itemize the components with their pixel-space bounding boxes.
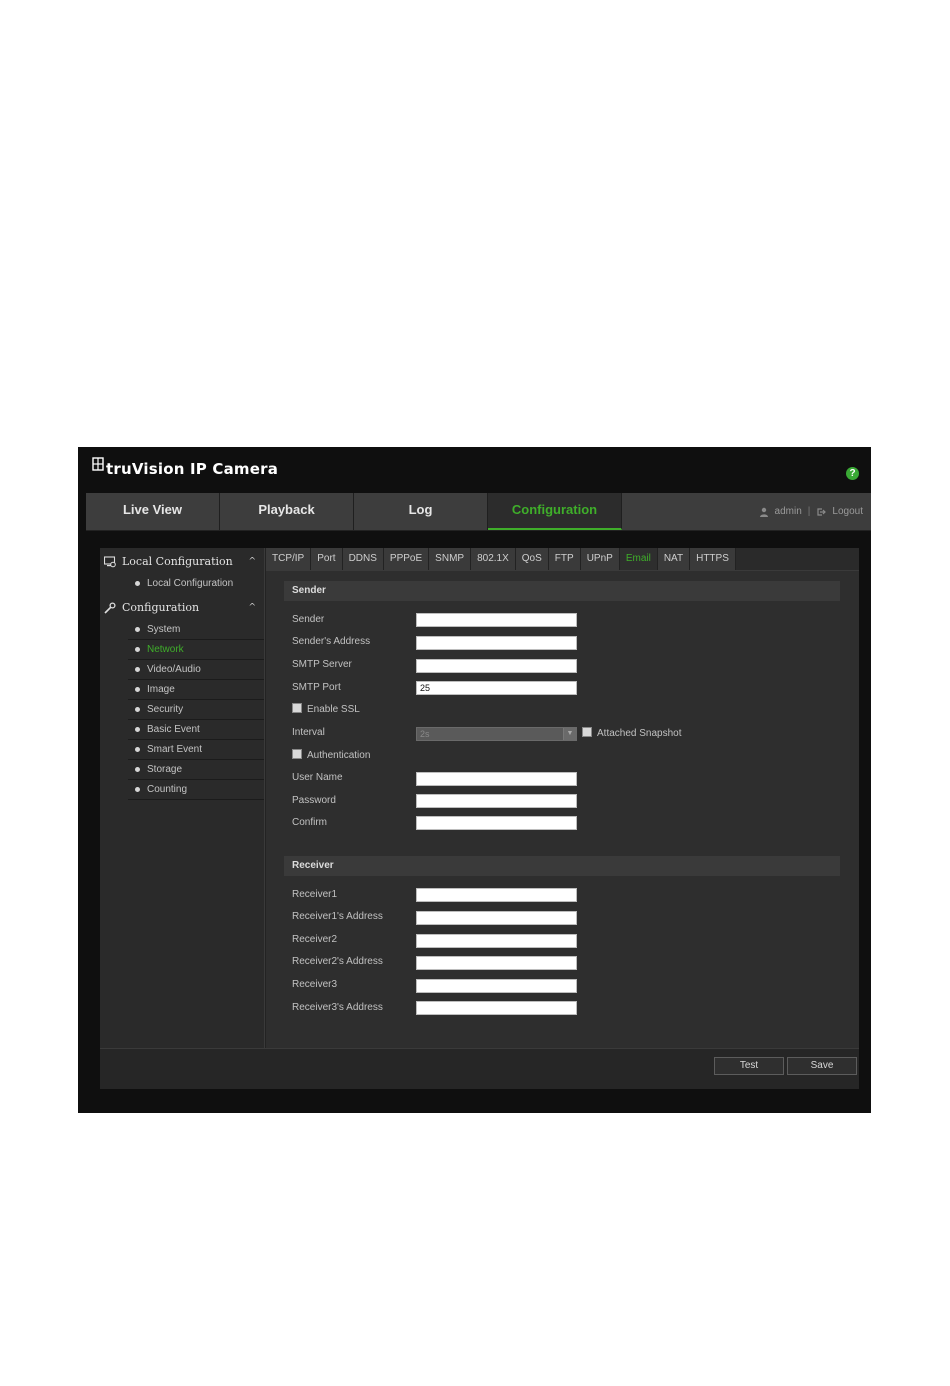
subtab-https[interactable]: HTTPS [690, 548, 736, 570]
chevron-up-icon[interactable]: ^ [248, 550, 256, 574]
smtp-server-label: SMTP Server [292, 659, 352, 670]
enable-ssl-label: Enable SSL [307, 704, 360, 715]
authentication-checkbox[interactable] [292, 749, 302, 760]
username-label: User Name [292, 772, 343, 783]
password-label: Password [292, 795, 336, 806]
confirm-label: Confirm [292, 817, 328, 828]
interval-value: 2s [420, 729, 430, 739]
enable-ssl-row: Enable SSL [292, 702, 360, 718]
attached-snapshot-checkbox[interactable] [582, 727, 592, 738]
tab-configuration[interactable]: Configuration [488, 493, 622, 530]
subtab-upnp[interactable]: UPnP [580, 548, 620, 570]
subtab-ftp[interactable]: FTP [548, 548, 581, 570]
logout-link[interactable]: Logout [832, 496, 863, 528]
receiver2-label: Receiver2 [292, 934, 338, 945]
tab-playback[interactable]: Playback [220, 493, 354, 530]
subtab-ddns[interactable]: DDNS [342, 548, 384, 570]
sidebar-item-counting[interactable]: Counting [128, 780, 264, 800]
username-input[interactable] [416, 772, 577, 786]
attached-snapshot-label: Attached Snapshot [597, 728, 682, 739]
receiver3-label: Receiver3 [292, 979, 338, 990]
receiver2-address-label: Receiver2's Address [292, 956, 383, 967]
sidebar-item-image[interactable]: Image [128, 680, 264, 700]
receiver2-input[interactable] [416, 934, 577, 948]
user-bar: admin | Logout [759, 493, 863, 530]
receiver1-label: Receiver1 [292, 889, 338, 900]
help-icon[interactable]: ? [846, 467, 859, 480]
chevron-down-icon[interactable]: ▼ [563, 728, 576, 740]
subtab-tcpip[interactable]: TCP/IP [266, 548, 312, 570]
enable-ssl-checkbox[interactable] [292, 703, 302, 714]
footer-bar: Test Save [100, 1048, 859, 1089]
receiver3-address-input[interactable] [416, 1001, 577, 1015]
interval-label: Interval [292, 727, 325, 738]
subtab-8021x[interactable]: 802.1X [471, 548, 516, 570]
chevron-up-icon[interactable]: ^ [248, 596, 256, 620]
save-button[interactable]: Save [787, 1057, 857, 1075]
authentication-label: Authentication [307, 750, 371, 761]
sidebar-item-local-configuration[interactable]: Local Configuration [128, 574, 264, 594]
sidebar-item-storage[interactable]: Storage [128, 760, 264, 780]
camera-web-app: truVision IP Camera ? Live View Playback… [78, 447, 871, 1113]
sidebar-item-basic-event[interactable]: Basic Event [128, 720, 264, 740]
password-input[interactable] [416, 794, 577, 808]
subtab-pppoe[interactable]: PPPoE [383, 548, 430, 570]
attached-snapshot-row: Attached Snapshot [582, 726, 682, 742]
sidebar-section-label: Local Configuration [122, 555, 233, 568]
logout-icon[interactable] [816, 507, 827, 517]
main-area: Local Configuration ^ Local Configuratio… [100, 548, 859, 1089]
subtab-qos[interactable]: QoS [515, 548, 549, 570]
sender-input[interactable] [416, 613, 577, 627]
authentication-row: Authentication [292, 748, 370, 764]
sender-address-label: Sender's Address [292, 636, 371, 647]
subtab-email[interactable]: Email [619, 548, 658, 570]
sidebar-section-local-configuration[interactable]: Local Configuration ^ [100, 550, 264, 574]
brand-name: truVision IP Camera [106, 460, 279, 478]
interval-select[interactable]: 2s ▼ [416, 727, 577, 741]
tab-log[interactable]: Log [354, 493, 488, 530]
sidebar-item-video-audio[interactable]: Video/Audio [128, 660, 264, 680]
user-icon [759, 507, 768, 517]
username: admin [774, 505, 802, 517]
receiver1-input[interactable] [416, 888, 577, 902]
sender-section-title: Sender [284, 581, 840, 601]
sidebar-item-network[interactable]: Network [128, 640, 264, 660]
confirm-input[interactable] [416, 816, 577, 830]
smtp-server-input[interactable] [416, 659, 577, 673]
network-subtabs: TCP/IP Port DDNS PPPoE SNMP 802.1X QoS F… [266, 548, 859, 571]
receiver1-address-input[interactable] [416, 911, 577, 925]
sidebar-section-label: Configuration [122, 601, 200, 614]
receiver3-input[interactable] [416, 979, 577, 993]
tab-live-view[interactable]: Live View [86, 493, 220, 530]
truvision-logo-icon [92, 457, 104, 471]
sidebar-section-configuration[interactable]: Configuration ^ [100, 596, 264, 620]
top-navigation: Live View Playback Log Configuration adm… [86, 493, 871, 531]
sidebar-item-system[interactable]: System [128, 620, 264, 640]
receiver2-address-input[interactable] [416, 956, 577, 970]
user-separator: | [807, 505, 811, 517]
email-settings-panel: TCP/IP Port DDNS PPPoE SNMP 802.1X QoS F… [266, 548, 859, 1048]
monitor-gear-icon [104, 556, 116, 568]
sidebar-item-security[interactable]: Security [128, 700, 264, 720]
subtab-port[interactable]: Port [311, 548, 343, 570]
smtp-port-label: SMTP Port [292, 682, 341, 693]
receiver-section-title: Receiver [284, 856, 840, 876]
sidebar-item-smart-event[interactable]: Smart Event [128, 740, 264, 760]
sender-address-input[interactable] [416, 636, 577, 650]
test-button[interactable]: Test [714, 1057, 784, 1075]
sender-label: Sender [292, 614, 325, 625]
subtab-snmp[interactable]: SNMP [429, 548, 472, 570]
sidebar: Local Configuration ^ Local Configuratio… [100, 548, 265, 1048]
receiver3-address-label: Receiver3's Address [292, 1002, 383, 1013]
smtp-port-input[interactable] [416, 681, 577, 695]
subtab-nat[interactable]: NAT [657, 548, 691, 570]
brand: truVision IP Camera [92, 455, 278, 483]
wrench-icon [104, 602, 116, 614]
receiver1-address-label: Receiver1's Address [292, 911, 383, 922]
